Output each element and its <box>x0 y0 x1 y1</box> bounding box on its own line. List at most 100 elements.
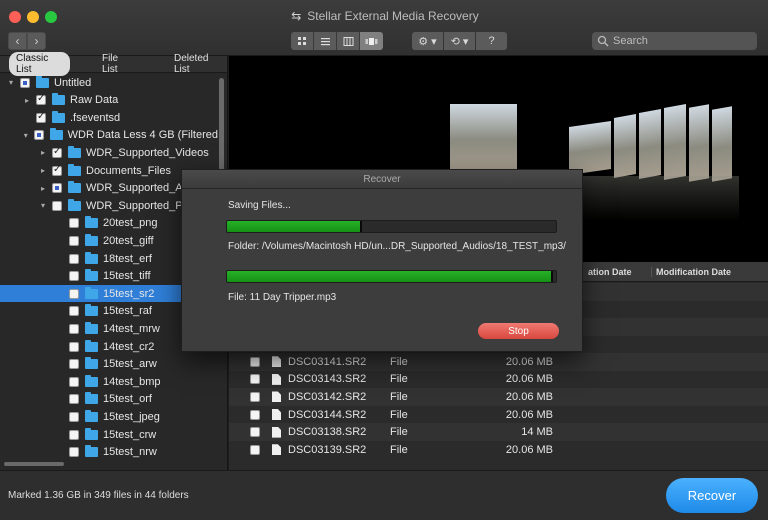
list-view-icon[interactable] <box>314 32 337 50</box>
tree-item[interactable]: .fseventsd <box>0 109 218 126</box>
tree-item[interactable]: 15test_orf <box>0 391 218 408</box>
tree-item-checkbox[interactable] <box>69 323 79 334</box>
folder-icon <box>68 145 81 158</box>
recover-button[interactable]: Recover <box>666 478 758 513</box>
tree-item-checkbox[interactable] <box>52 183 62 194</box>
file-type: File <box>390 355 408 368</box>
table-row[interactable]: DSC03138.SR2 File 14 MB <box>229 423 768 441</box>
row-checkbox[interactable] <box>250 409 260 420</box>
history-menu-button[interactable]: ⟲ ▾ <box>444 32 475 50</box>
row-checkbox[interactable] <box>250 391 260 402</box>
preview-thumbnail-right-3[interactable] <box>639 109 661 179</box>
tree-item-checkbox[interactable] <box>69 306 79 317</box>
folder-icon <box>85 409 98 422</box>
file-name: DSC03138.SR2 <box>288 426 367 439</box>
row-checkbox[interactable] <box>250 374 260 385</box>
tree-item-label: 15test_sr2 <box>103 287 155 300</box>
tree-item-checkbox[interactable] <box>69 341 79 352</box>
table-row[interactable]: DSC03143.SR2 File 20.06 MB <box>229 371 768 389</box>
row-checkbox[interactable] <box>250 356 260 367</box>
tree-item-checkbox[interactable] <box>69 288 79 299</box>
tree-item[interactable]: 15test_arw <box>0 356 218 373</box>
table-row[interactable]: DSC03141.SR2 File 20.06 MB <box>229 353 768 371</box>
tree-item[interactable]: ▾ WDR Data Less 4 GB (Filtered <box>0 127 218 144</box>
column-creation-date[interactable]: ation Date <box>588 267 632 277</box>
tree-item-checkbox[interactable] <box>52 164 62 176</box>
tree-item-checkbox[interactable] <box>69 271 79 282</box>
settings-menu-button[interactable]: ⚙ ▾ <box>412 32 443 50</box>
disclosure-closed-icon[interactable]: ▸ <box>38 184 48 193</box>
sidebar-vertical-scrollbar[interactable] <box>219 78 224 178</box>
tree-item-checkbox[interactable] <box>69 394 79 405</box>
tree-item[interactable]: 15test_nrw <box>0 444 218 458</box>
preview-thumbnail-center[interactable] <box>450 104 517 169</box>
tree-item-checkbox[interactable] <box>69 359 79 370</box>
tree-item[interactable]: ▸ WDR_Supported_Videos <box>0 144 218 161</box>
file-name: DSC03139.SR2 <box>288 443 367 456</box>
table-row[interactable]: DSC03139.SR2 File 20.06 MB <box>229 441 768 459</box>
sidebar-horizontal-scrollbar[interactable] <box>4 462 64 466</box>
column-modification-date[interactable]: Modification Date <box>651 267 731 277</box>
tab-file-list[interactable]: File List <box>98 53 138 75</box>
tree-item-label: 15test_nrw <box>103 446 157 458</box>
coverflow-view-icon[interactable] <box>360 32 383 50</box>
folder-icon <box>85 374 98 387</box>
table-row[interactable]: DSC03144.SR2 File 20.06 MB <box>229 406 768 424</box>
file-icon <box>272 356 281 368</box>
tree-item-label: Documents_Files <box>86 164 171 177</box>
folder-icon <box>52 110 65 123</box>
tree-item-checkbox[interactable] <box>69 235 79 246</box>
disclosure-closed-icon[interactable]: ▸ <box>38 166 48 175</box>
folder-path-label: Folder: /Volumes/Macintosh HD/un...DR_Su… <box>228 241 566 252</box>
action-buttons: ⚙ ▾ ⟲ ▾ ? <box>412 32 507 50</box>
tree-item-label: WDR_Supported_Videos <box>86 146 209 159</box>
preview-thumbnail-right-6[interactable] <box>712 106 732 182</box>
file-size: 20.06 MB <box>505 390 553 403</box>
tab-deleted-list[interactable]: Deleted List <box>170 53 227 75</box>
tree-item-checkbox[interactable] <box>36 93 46 106</box>
tree-item-checkbox[interactable] <box>52 200 62 211</box>
tree-item-checkbox[interactable] <box>69 411 79 422</box>
folder-icon <box>52 93 65 106</box>
back-button[interactable]: ‹ <box>8 32 27 50</box>
disclosure-open-icon[interactable]: ▾ <box>38 201 48 210</box>
tab-classic-list[interactable]: Classic List <box>9 52 70 76</box>
disclosure-closed-icon[interactable]: ▸ <box>38 148 48 157</box>
tree-item[interactable]: ▸ Raw Data <box>0 92 218 109</box>
file-icon <box>272 444 281 456</box>
tree-item[interactable]: ▾ Untitled <box>0 74 218 91</box>
preview-thumbnail-right-2[interactable] <box>614 114 636 178</box>
row-checkbox[interactable] <box>250 427 260 438</box>
tree-item-checkbox[interactable] <box>69 447 79 458</box>
tree-item-checkbox[interactable] <box>69 218 79 229</box>
row-checkbox[interactable] <box>250 444 260 455</box>
tree-item[interactable]: 15test_jpeg <box>0 408 218 425</box>
search-input[interactable]: Search <box>592 32 757 50</box>
stop-button[interactable]: Stop <box>478 323 559 339</box>
tree-item-checkbox[interactable] <box>36 111 46 123</box>
grid-view-icon[interactable] <box>291 32 314 50</box>
tree-item-checkbox[interactable] <box>69 429 79 440</box>
folder-icon <box>36 75 49 88</box>
tree-item-checkbox[interactable] <box>69 376 79 387</box>
disclosure-closed-icon[interactable]: ▸ <box>22 96 32 105</box>
window-title: ⇆ Stellar External Media Recovery <box>0 9 768 23</box>
tree-item-checkbox[interactable] <box>52 146 62 158</box>
preview-thumbnail-right-4[interactable] <box>664 104 686 180</box>
disclosure-open-icon[interactable]: ▾ <box>6 78 16 87</box>
disclosure-open-icon[interactable]: ▾ <box>22 131 30 140</box>
column-view-icon[interactable] <box>337 32 360 50</box>
tree-item-checkbox[interactable] <box>20 77 30 88</box>
tree-item-checkbox[interactable] <box>69 253 79 264</box>
folder-icon <box>49 128 63 141</box>
table-row[interactable]: DSC03142.SR2 File 20.06 MB <box>229 388 768 406</box>
status-bar: Marked 1.36 GB in 349 files in 44 folder… <box>0 470 768 520</box>
help-button[interactable]: ? <box>476 32 507 50</box>
preview-thumbnail-right-5[interactable] <box>689 104 709 182</box>
forward-button[interactable]: › <box>27 32 46 50</box>
tree-item[interactable]: 15test_crw <box>0 426 218 443</box>
overall-progress-fill <box>227 221 362 232</box>
tree-item-checkbox[interactable] <box>33 130 44 141</box>
preview-thumbnail-right-1[interactable] <box>569 121 611 175</box>
tree-item[interactable]: 14test_bmp <box>0 373 218 390</box>
